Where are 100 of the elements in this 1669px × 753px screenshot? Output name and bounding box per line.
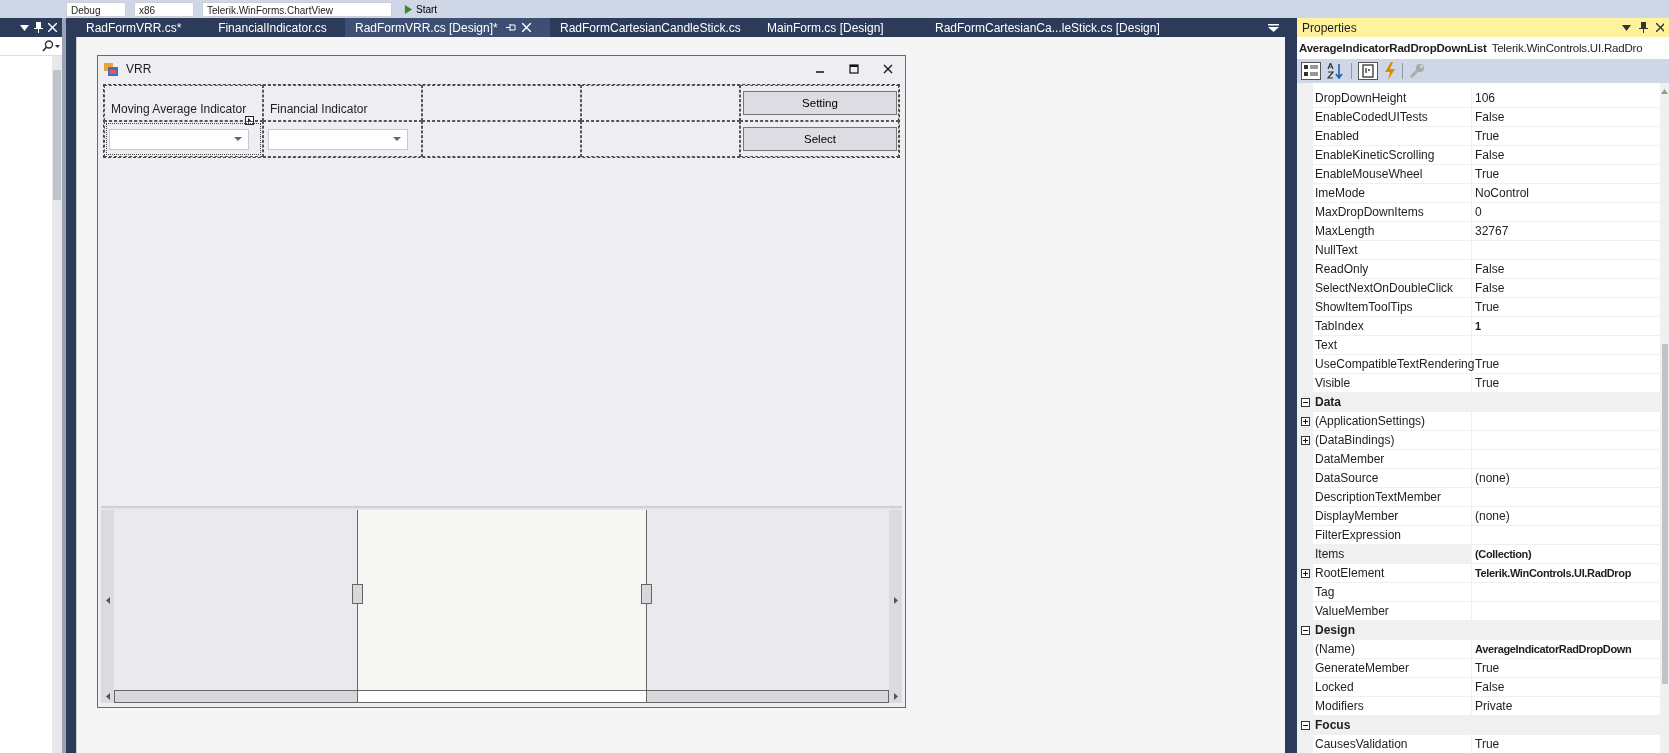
document-tab[interactable]: RadFormCartesianCa...leStick.cs [Design] xyxy=(925,18,1170,37)
property-value[interactable]: False xyxy=(1472,678,1660,696)
property-value[interactable]: (Collection) xyxy=(1472,545,1660,563)
property-name[interactable]: DisplayMember xyxy=(1313,507,1472,525)
property-value[interactable]: 0 xyxy=(1472,203,1660,221)
property-value[interactable]: False xyxy=(1472,108,1660,126)
close-icon[interactable] xyxy=(1656,23,1664,32)
property-name[interactable]: GenerateMember xyxy=(1313,659,1472,677)
property-value[interactable]: 32767 xyxy=(1472,222,1660,240)
category-header[interactable]: Focus xyxy=(1313,716,1660,734)
property-name[interactable]: ValueMember xyxy=(1313,602,1472,620)
property-name[interactable]: TabIndex xyxy=(1313,317,1472,335)
property-name[interactable]: (Name) xyxy=(1313,640,1472,658)
property-value[interactable]: 1 xyxy=(1472,317,1660,335)
panel-splitter[interactable] xyxy=(62,18,76,753)
property-name[interactable]: ImeMode xyxy=(1313,184,1472,202)
property-value[interactable]: AverageIndicatorRadDropDown xyxy=(1472,640,1660,658)
collapse-icon[interactable] xyxy=(1300,720,1310,730)
property-name[interactable]: UseCompatibleTextRendering xyxy=(1313,355,1472,373)
right-arrow-icon[interactable] xyxy=(893,596,898,604)
category-header[interactable]: Data xyxy=(1313,393,1660,411)
property-name[interactable]: MaxDropDownItems xyxy=(1313,203,1472,221)
document-tab[interactable]: RadFormCartesianCandleStick.cs xyxy=(550,18,757,37)
property-name[interactable]: DescriptionTextMember xyxy=(1313,488,1472,506)
collapse-icon[interactable] xyxy=(1300,397,1310,407)
sort-alphabetical-icon[interactable] xyxy=(1327,63,1345,79)
maximize-icon[interactable] xyxy=(849,64,859,74)
dropdown-icon[interactable] xyxy=(1622,24,1631,31)
property-value[interactable]: True xyxy=(1472,374,1660,392)
property-name[interactable]: DropDownHeight xyxy=(1313,89,1472,107)
property-value[interactable]: False xyxy=(1472,279,1660,297)
range-handle[interactable] xyxy=(640,584,652,604)
property-value[interactable]: True xyxy=(1472,127,1660,145)
property-name[interactable]: Items xyxy=(1313,545,1472,563)
document-tab[interactable]: FinancialIndicator.cs xyxy=(200,18,345,37)
property-value[interactable]: (none) xyxy=(1472,507,1660,525)
property-name[interactable]: CausesValidation xyxy=(1313,735,1472,753)
property-name[interactable]: EnableKineticScrolling xyxy=(1313,146,1472,164)
property-name[interactable]: ReadOnly xyxy=(1313,260,1472,278)
property-name[interactable]: SelectNextOnDoubleClick xyxy=(1313,279,1472,297)
property-name[interactable]: Modifiers xyxy=(1313,697,1472,715)
property-value[interactable]: True xyxy=(1472,298,1660,316)
property-name[interactable]: ShowItemToolTips xyxy=(1313,298,1472,316)
property-name[interactable]: Tag xyxy=(1313,583,1472,601)
property-value[interactable]: NoControl xyxy=(1472,184,1660,202)
document-tab[interactable]: RadFormVRR.cs [Design]* xyxy=(345,18,550,37)
start-button[interactable]: Start xyxy=(400,3,442,15)
property-value[interactable]: False xyxy=(1472,146,1660,164)
close-icon[interactable] xyxy=(883,64,893,74)
property-name[interactable]: EnableMouseWheel xyxy=(1313,165,1472,183)
property-name[interactable]: RootElement xyxy=(1313,564,1472,582)
property-value[interactable]: (none) xyxy=(1472,469,1660,487)
range-handle[interactable] xyxy=(351,584,363,604)
document-tab[interactable]: MainForm.cs [Design] xyxy=(757,18,925,37)
dropdown-icon[interactable] xyxy=(20,24,29,31)
expand-icon[interactable] xyxy=(1300,568,1310,578)
property-value[interactable]: True xyxy=(1472,659,1660,677)
left-arrow-icon[interactable] xyxy=(105,693,110,700)
select-button[interactable]: Select xyxy=(743,127,897,151)
pin-icon[interactable] xyxy=(34,22,43,33)
range-scrollbar[interactable] xyxy=(114,690,889,703)
collapse-icon[interactable] xyxy=(1300,625,1310,635)
setting-button[interactable]: Setting xyxy=(743,91,897,115)
property-name[interactable]: Text xyxy=(1313,336,1472,354)
property-value[interactable]: Telerik.WinControls.UI.RadDrop xyxy=(1472,564,1660,582)
pin-icon[interactable] xyxy=(1639,22,1648,33)
dropdown-icon[interactable] xyxy=(1268,23,1279,32)
property-name[interactable]: DataMember xyxy=(1313,450,1472,468)
property-name[interactable]: NullText xyxy=(1313,241,1472,259)
property-value[interactable]: True xyxy=(1472,165,1660,183)
property-name[interactable]: (ApplicationSettings) xyxy=(1313,412,1472,430)
configuration-dropdown[interactable]: Debug xyxy=(66,1,126,17)
scrollbar[interactable] xyxy=(52,56,62,753)
property-name[interactable]: Enabled xyxy=(1313,127,1472,145)
categorized-icon[interactable] xyxy=(1301,62,1321,80)
properties-icon[interactable] xyxy=(1358,62,1378,80)
smart-tag-icon[interactable] xyxy=(245,116,254,125)
property-name[interactable]: Locked xyxy=(1313,678,1472,696)
property-name[interactable]: MaxLength xyxy=(1313,222,1472,240)
property-value[interactable]: True xyxy=(1472,735,1660,753)
platform-dropdown[interactable]: x86 xyxy=(134,1,194,17)
property-name[interactable]: Visible xyxy=(1313,374,1472,392)
property-value[interactable]: 106 xyxy=(1472,89,1660,107)
property-value[interactable]: Private xyxy=(1472,697,1660,715)
property-name[interactable]: FilterExpression xyxy=(1313,526,1472,544)
property-name[interactable]: (DataBindings) xyxy=(1313,431,1472,449)
pin-icon[interactable] xyxy=(505,23,516,32)
left-arrow-icon[interactable] xyxy=(105,596,110,604)
property-name[interactable]: DataSource xyxy=(1313,469,1472,487)
search-icon[interactable] xyxy=(42,40,60,52)
startup-project-dropdown[interactable]: Telerik.WinForms.ChartView xyxy=(202,1,392,17)
dropdown-field[interactable] xyxy=(268,128,408,150)
property-name[interactable]: EnableCodedUITests xyxy=(1313,108,1472,126)
expand-icon[interactable] xyxy=(1300,416,1310,426)
right-arrow-icon[interactable] xyxy=(893,693,898,700)
category-header[interactable]: Design xyxy=(1313,621,1660,639)
property-value[interactable]: False xyxy=(1472,260,1660,278)
document-tab[interactable]: RadFormVRR.cs* xyxy=(76,18,200,37)
dropdown-field[interactable] xyxy=(109,128,249,150)
expand-icon[interactable] xyxy=(1300,435,1310,445)
